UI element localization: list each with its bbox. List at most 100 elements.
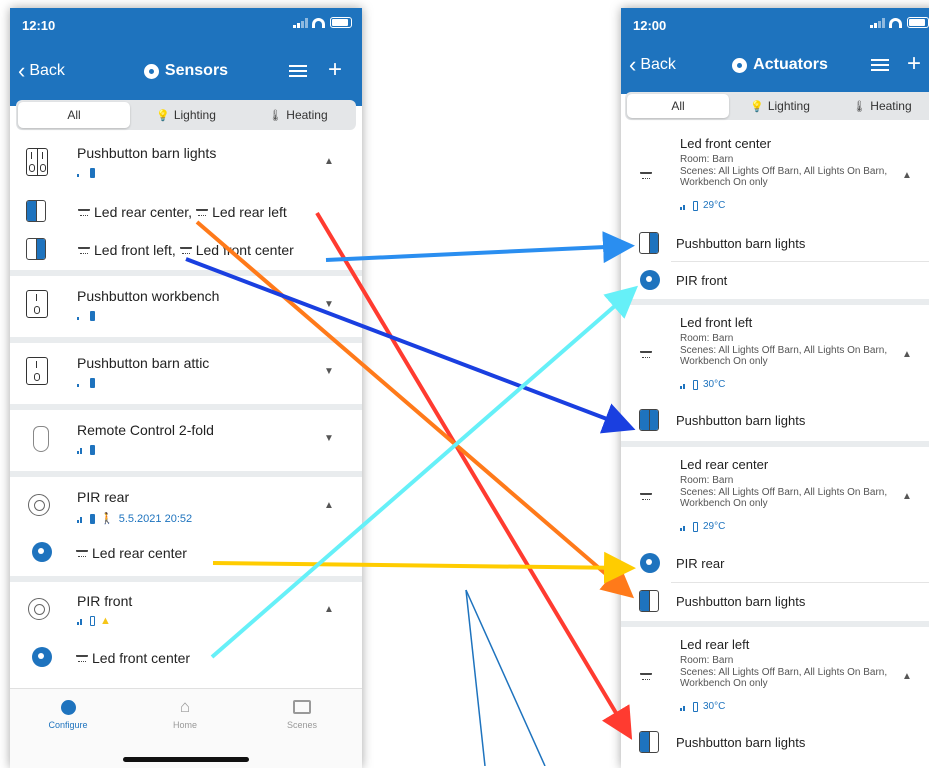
motion-sensor-icon (640, 270, 660, 290)
linked-actuator-row[interactable]: Led rear center (10, 534, 362, 576)
sensor-status: 🚶 5.5.2021 20:52 (77, 512, 192, 525)
actuator-item-led-front-center[interactable]: Led front center Room: Barn Scenes: All … (621, 124, 929, 224)
actuator-item-led-front-left[interactable]: Led front left Room: Barn Scenes: All Li… (621, 305, 929, 403)
cellular-signal-icon (870, 17, 885, 28)
tab-all[interactable]: All (18, 102, 130, 128)
actuator-status: 30°C (680, 701, 725, 712)
lightbulb-icon: 💡 (750, 100, 764, 113)
chevron-left-icon: ‹ (18, 58, 26, 83)
actuators-screen: 12:00 ‹ Back Actuators + All 💡 Lighting 🌡 H… (621, 8, 929, 768)
signal-icon (680, 703, 688, 711)
actuator-item-led-rear-left[interactable]: Led rear left Room: Barn Scenes: All Lig… (621, 627, 929, 725)
sensor-list: Pushbutton barn lights ▲ Led rear center… (10, 134, 362, 678)
tab-heating[interactable]: 🌡 Heating (242, 102, 354, 128)
linked-sensor-label: PIR front (676, 273, 728, 288)
back-button[interactable]: ‹ Back (18, 58, 65, 83)
gear-icon (143, 63, 159, 79)
status-bar: 12:10 (10, 8, 362, 38)
tab-configure[interactable]: Configure (28, 697, 108, 730)
sensor-item-pir-front[interactable]: PIR front ▲ ▲ (10, 582, 362, 638)
lamp-icon (640, 493, 652, 500)
chevron-down-icon[interactable]: ▼ (324, 433, 334, 444)
add-button[interactable]: + (328, 58, 342, 82)
sensors-screen: 12:10 ‹ Back Sensors + All 💡 Lighting 🌡 Hea… (10, 8, 362, 768)
pushbutton-left-icon (639, 731, 659, 753)
chevron-up-icon[interactable]: ▲ (902, 671, 912, 682)
actuator-status: 29°C (680, 200, 725, 211)
wifi-icon (312, 17, 325, 28)
pushbutton-left-icon (26, 200, 46, 222)
tab-heating[interactable]: 🌡 Heating (831, 94, 929, 118)
pushbutton-both-icon (639, 409, 659, 431)
bottom-tab-bar: Configure ⌂ Home Scenes (10, 688, 362, 768)
linked-sensor-row[interactable]: Pushbutton barn lights (621, 583, 929, 621)
linked-sensor-row[interactable]: PIR front (621, 262, 929, 299)
linked-sensor-row[interactable]: Pushbutton barn lights (621, 403, 929, 441)
linked-actuator-row[interactable]: Led rear center, Led rear left (10, 192, 362, 232)
tab-lighting[interactable]: 💡 Lighting (729, 94, 831, 118)
chevron-down-icon[interactable]: ▼ (324, 299, 334, 310)
lamp-icon (78, 247, 90, 254)
chevron-up-icon[interactable]: ▲ (324, 604, 334, 615)
actuator-name: Led front left (680, 315, 753, 330)
linked-actuator-label: Led rear center, (94, 204, 193, 220)
chevron-up-icon[interactable]: ▲ (902, 349, 912, 360)
temperature: 30°C (703, 701, 726, 712)
linked-actuator-row[interactable]: Led front center (10, 638, 362, 678)
temperature: 29°C (703, 200, 726, 211)
page-title-text: Sensors (164, 62, 229, 79)
tab-all[interactable]: All (627, 94, 729, 118)
linked-sensor-label: Pushbutton barn lights (676, 735, 806, 750)
motion-sensor-icon (32, 647, 52, 667)
battery-full-icon (90, 168, 95, 178)
sensor-item-remote-control[interactable]: Remote Control 2-fold ▼ (10, 410, 362, 471)
chevron-up-icon[interactable]: ▲ (324, 500, 334, 511)
linked-sensor-row[interactable]: PIR rear (621, 545, 929, 583)
arrow-blue (325, 231, 635, 264)
status-bar: 12:00 (621, 8, 929, 38)
tab-home[interactable]: ⌂ Home (145, 697, 225, 730)
wifi-icon (889, 17, 902, 28)
actuator-status: 29°C (680, 521, 725, 532)
linked-sensor-label: Pushbutton barn lights (676, 413, 806, 428)
actuator-scenes: Scenes: All Lights Off Barn, All Lights … (680, 487, 888, 509)
sensor-status (77, 445, 95, 455)
linked-sensor-row[interactable]: Pushbutton barn lights (621, 224, 929, 262)
actuator-room: Room: Barn (680, 655, 734, 666)
chevron-up-icon[interactable]: ▲ (902, 491, 912, 502)
linked-sensor-row[interactable]: Pushbutton barn lights (621, 725, 929, 763)
signal-icon (77, 312, 85, 320)
menu-icon[interactable] (871, 59, 889, 71)
tab-heating-label: Heating (870, 99, 912, 113)
sensor-status: ▲ (77, 615, 111, 627)
signal-icon (680, 523, 688, 531)
lamp-icon (76, 655, 88, 662)
cellular-signal-icon (293, 17, 308, 28)
tab-heating-label: Heating (286, 108, 328, 122)
back-button[interactable]: ‹ Back (629, 52, 676, 77)
sensor-item-pushbutton-barn-attic[interactable]: Pushbutton barn attic ▼ (10, 343, 362, 404)
linked-sensor-label: Pushbutton barn lights (676, 236, 806, 251)
chevron-up-icon[interactable]: ▲ (324, 156, 334, 167)
battery-icon (330, 17, 352, 28)
actuator-item-led-rear-center[interactable]: Led rear center Room: Barn Scenes: All L… (621, 447, 929, 545)
sensor-status (77, 168, 95, 178)
home-icon: ⌂ (179, 697, 191, 716)
chevron-down-icon[interactable]: ▼ (324, 366, 334, 377)
linked-actuator-row[interactable]: Led front left, Led front center (10, 232, 362, 270)
tab-lighting-label: Lighting (173, 108, 216, 122)
sensor-item-pushbutton-barn-lights[interactable]: Pushbutton barn lights ▲ (10, 134, 362, 192)
motion-sensor-icon (28, 494, 50, 516)
tab-scenes[interactable]: Scenes (262, 697, 342, 730)
linked-actuator-label: Led rear left (212, 204, 287, 220)
menu-icon[interactable] (289, 65, 307, 77)
lamp-icon (640, 172, 652, 179)
chevron-up-icon[interactable]: ▲ (902, 170, 912, 181)
linked-actuator-label: Led front left, (94, 242, 176, 258)
sensor-item-pushbutton-workbench[interactable]: Pushbutton workbench ▼ (10, 276, 362, 337)
tab-lighting[interactable]: 💡 Lighting (130, 102, 242, 128)
signal-icon (77, 379, 85, 387)
add-button[interactable]: + (907, 52, 921, 76)
sensor-item-pir-rear[interactable]: PIR rear 🚶 5.5.2021 20:52 ▲ (10, 477, 362, 534)
chevron-left-icon: ‹ (629, 52, 637, 77)
